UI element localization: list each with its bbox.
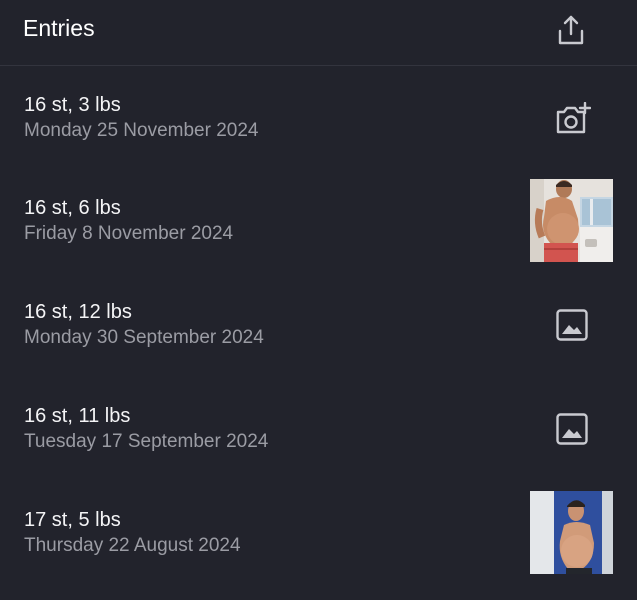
entry-weight: 16 st, 3 lbs xyxy=(24,94,121,116)
entry-media-slot xyxy=(530,387,613,470)
entry-media-slot xyxy=(530,179,613,262)
image-icon xyxy=(555,308,588,341)
progress-photo-thumbnail[interactable] xyxy=(530,491,613,574)
entry-media-slot xyxy=(530,491,613,574)
entry-weight: 16 st, 11 lbs xyxy=(24,405,131,427)
entry-weight: 16 st, 6 lbs xyxy=(24,197,121,219)
entry-date: Friday 8 November 2024 xyxy=(24,223,234,244)
entry-row[interactable]: 16 st, 3 lbs Monday 25 November 2024 xyxy=(0,66,637,169)
page-title: Entries xyxy=(23,15,95,41)
share-button[interactable] xyxy=(554,12,588,48)
add-photo-button[interactable] xyxy=(552,99,592,139)
entry-date: Monday 25 November 2024 xyxy=(24,120,259,141)
entries-list: 16 st, 3 lbs Monday 25 November 2024 16 … xyxy=(0,66,637,585)
view-photo-button[interactable] xyxy=(552,305,592,345)
entry-row[interactable]: 16 st, 11 lbs Tuesday 17 September 2024 xyxy=(0,377,637,481)
add-photo-icon xyxy=(556,101,591,133)
entry-row[interactable]: 16 st, 6 lbs Friday 8 November 2024 xyxy=(0,169,637,273)
entry-weight: 16 st, 12 lbs xyxy=(24,301,132,323)
progress-photo-thumbnail[interactable] xyxy=(530,179,613,262)
share-icon xyxy=(558,15,584,45)
entry-media-slot xyxy=(530,77,613,160)
entry-date: Thursday 22 August 2024 xyxy=(24,535,241,556)
entry-date: Monday 30 September 2024 xyxy=(24,327,264,348)
header-bar: Entries xyxy=(0,0,637,66)
image-icon xyxy=(555,412,588,445)
entry-row[interactable]: 17 st, 5 lbs Thursday 22 August 2024 xyxy=(0,481,637,585)
entry-row[interactable]: 16 st, 12 lbs Monday 30 September 2024 xyxy=(0,273,637,377)
entry-date: Tuesday 17 September 2024 xyxy=(24,431,269,452)
view-photo-button[interactable] xyxy=(552,409,592,449)
entry-weight: 17 st, 5 lbs xyxy=(24,509,121,531)
entry-media-slot xyxy=(530,283,613,366)
